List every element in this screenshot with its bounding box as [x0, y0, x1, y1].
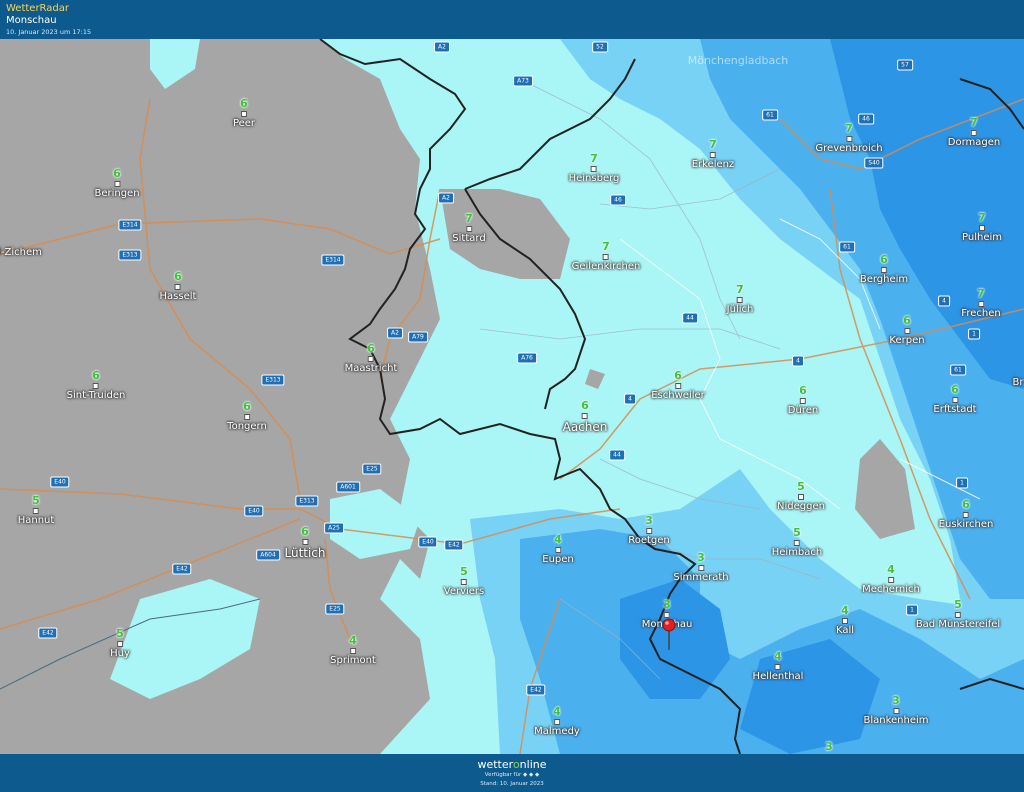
city-marker[interactable]: 5 Huy [110, 628, 130, 660]
city-marker[interactable]: 7 Frechen [961, 288, 1000, 320]
road-label: A25 [324, 522, 344, 534]
road-label: E42 [38, 627, 58, 639]
city-marker[interactable]: 7 Grevenbroich [815, 123, 882, 155]
city-marker[interactable]: 6 Beringen [94, 168, 139, 200]
city-marker[interactable]: 6 Düren [788, 385, 818, 417]
app-title: WetterRadar [6, 3, 70, 14]
city-marker[interactable]: 4 Sprimont [330, 635, 376, 667]
road-label: A2 [438, 192, 454, 204]
road-label: 46 [610, 194, 626, 206]
city-marker[interactable]: 6 Erftstadt [933, 384, 976, 416]
city-marker[interactable]: 6 Lüttich [284, 526, 325, 561]
road-label: 4 [938, 295, 950, 307]
city-marker[interactable]: Br [1013, 377, 1024, 388]
data-timestamp: Stand: 10. Januar 2023 [480, 781, 544, 787]
city-marker[interactable]: 6 Tongern [227, 401, 267, 433]
road-label: 61 [762, 109, 778, 121]
radar-map[interactable]: A2 A73 52 57 61 46 S40 A2 46 E314 E313 E… [0, 39, 1024, 754]
city-marker[interactable]: 4 Malmedy [534, 706, 580, 738]
city-marker[interactable]: 6 Bergheim [860, 254, 908, 286]
road-label: E42 [526, 684, 546, 696]
road-label: E314 [321, 254, 345, 266]
footer-bar: wetteronline Verfügbar für ◆ ◆ ◆ Stand: … [0, 754, 1024, 792]
city-marker[interactable]: 5 Verviers [444, 566, 485, 598]
road-label: A73 [513, 75, 533, 87]
road-label: S40 [864, 157, 884, 169]
brand-logo[interactable]: wetteronline [0, 758, 1024, 771]
timestamp: 10. Januar 2023 um 17:15 [6, 28, 92, 36]
road-label: 52 [592, 41, 608, 53]
city-marker[interactable]: 3 Roetgen [628, 515, 670, 547]
road-label: A2 [434, 41, 450, 53]
road-label: E313 [261, 374, 285, 386]
city-marker[interactable]: 7 Dormagen [948, 117, 1000, 149]
city-marker[interactable]: 7 Sittard [452, 213, 485, 245]
city-marker[interactable]: 4 Mechernich [862, 564, 920, 596]
road-label: 4 [792, 355, 804, 367]
road-label: E40 [50, 476, 70, 488]
city-marker[interactable]: 6 Peer [233, 98, 255, 130]
road-label: 57 [897, 59, 913, 71]
road-label: 61 [950, 364, 966, 376]
city-marker[interactable]: 4 Eupen [542, 534, 574, 566]
header-bar: WetterRadar Monschau 10. Januar 2023 um … [0, 0, 1024, 39]
road-label: E314 [118, 219, 142, 231]
road-label: E40 [418, 536, 438, 548]
city-marker[interactable]: 4 Kall [836, 605, 854, 637]
city-marker[interactable]: 6 Eschweiler [651, 370, 705, 402]
road-label: 44 [682, 312, 698, 324]
faded-city-label: Mönchengladbach [687, 54, 789, 67]
road-label: A604 [256, 549, 280, 561]
location-title: Monschau [6, 15, 57, 26]
road-label: E42 [172, 563, 192, 575]
temperature-label: 3 [825, 740, 833, 753]
location-pin-icon[interactable] [662, 618, 676, 650]
road-label: E40 [244, 505, 264, 517]
road-label: E42 [444, 539, 464, 551]
road-label: E25 [362, 463, 382, 475]
road-label: A76 [517, 352, 537, 364]
city-marker[interactable]: 6 Aachen [563, 400, 608, 435]
road-label: A79 [408, 331, 428, 343]
road-label: E25 [325, 603, 345, 615]
road-label: E313 [295, 495, 319, 507]
city-marker[interactable]: 6 Maastricht [345, 343, 398, 375]
road-label: E313 [118, 249, 142, 261]
road-label: 44 [609, 449, 625, 461]
road-label: 4 [624, 393, 636, 405]
city-marker[interactable]: 6 Kerpen [889, 315, 924, 347]
city-marker[interactable]: 7 Jülich [727, 284, 754, 316]
city-marker[interactable]: 7 Erkelenz [692, 139, 735, 171]
city-marker[interactable]: 6 Hasselt [160, 271, 197, 303]
city-marker[interactable]: 7 Pulheim [962, 212, 1002, 244]
availability-text: Verfügbar für ◆ ◆ ◆ [484, 772, 540, 778]
city-marker[interactable]: 6 Sint-Truiden [67, 370, 126, 402]
city-marker[interactable]: 5 Nideggen [777, 481, 825, 513]
city-marker[interactable]: 4 Hellenthal [753, 651, 804, 683]
road-label: A2 [387, 327, 403, 339]
city-marker[interactable]: 5 Hannut [18, 495, 55, 527]
city-marker[interactable]: 3 Simmerath [673, 552, 728, 584]
road-label: A601 [336, 481, 360, 493]
city-marker[interactable]: l-Zichem [0, 247, 42, 258]
road-label: 1 [956, 477, 968, 489]
road-label: 61 [839, 241, 855, 253]
road-label: 1 [968, 328, 980, 340]
city-marker[interactable]: 6 Euskirchen [939, 499, 994, 531]
city-marker[interactable]: 7 Geilenkirchen [572, 241, 641, 273]
city-marker[interactable]: 7 Heinsberg [569, 153, 620, 185]
city-marker[interactable]: 5 Bad Münstereifel [916, 599, 1000, 631]
city-marker[interactable]: 3 Blankenheim [863, 695, 928, 727]
city-marker[interactable]: 5 Heimbach [772, 527, 823, 559]
